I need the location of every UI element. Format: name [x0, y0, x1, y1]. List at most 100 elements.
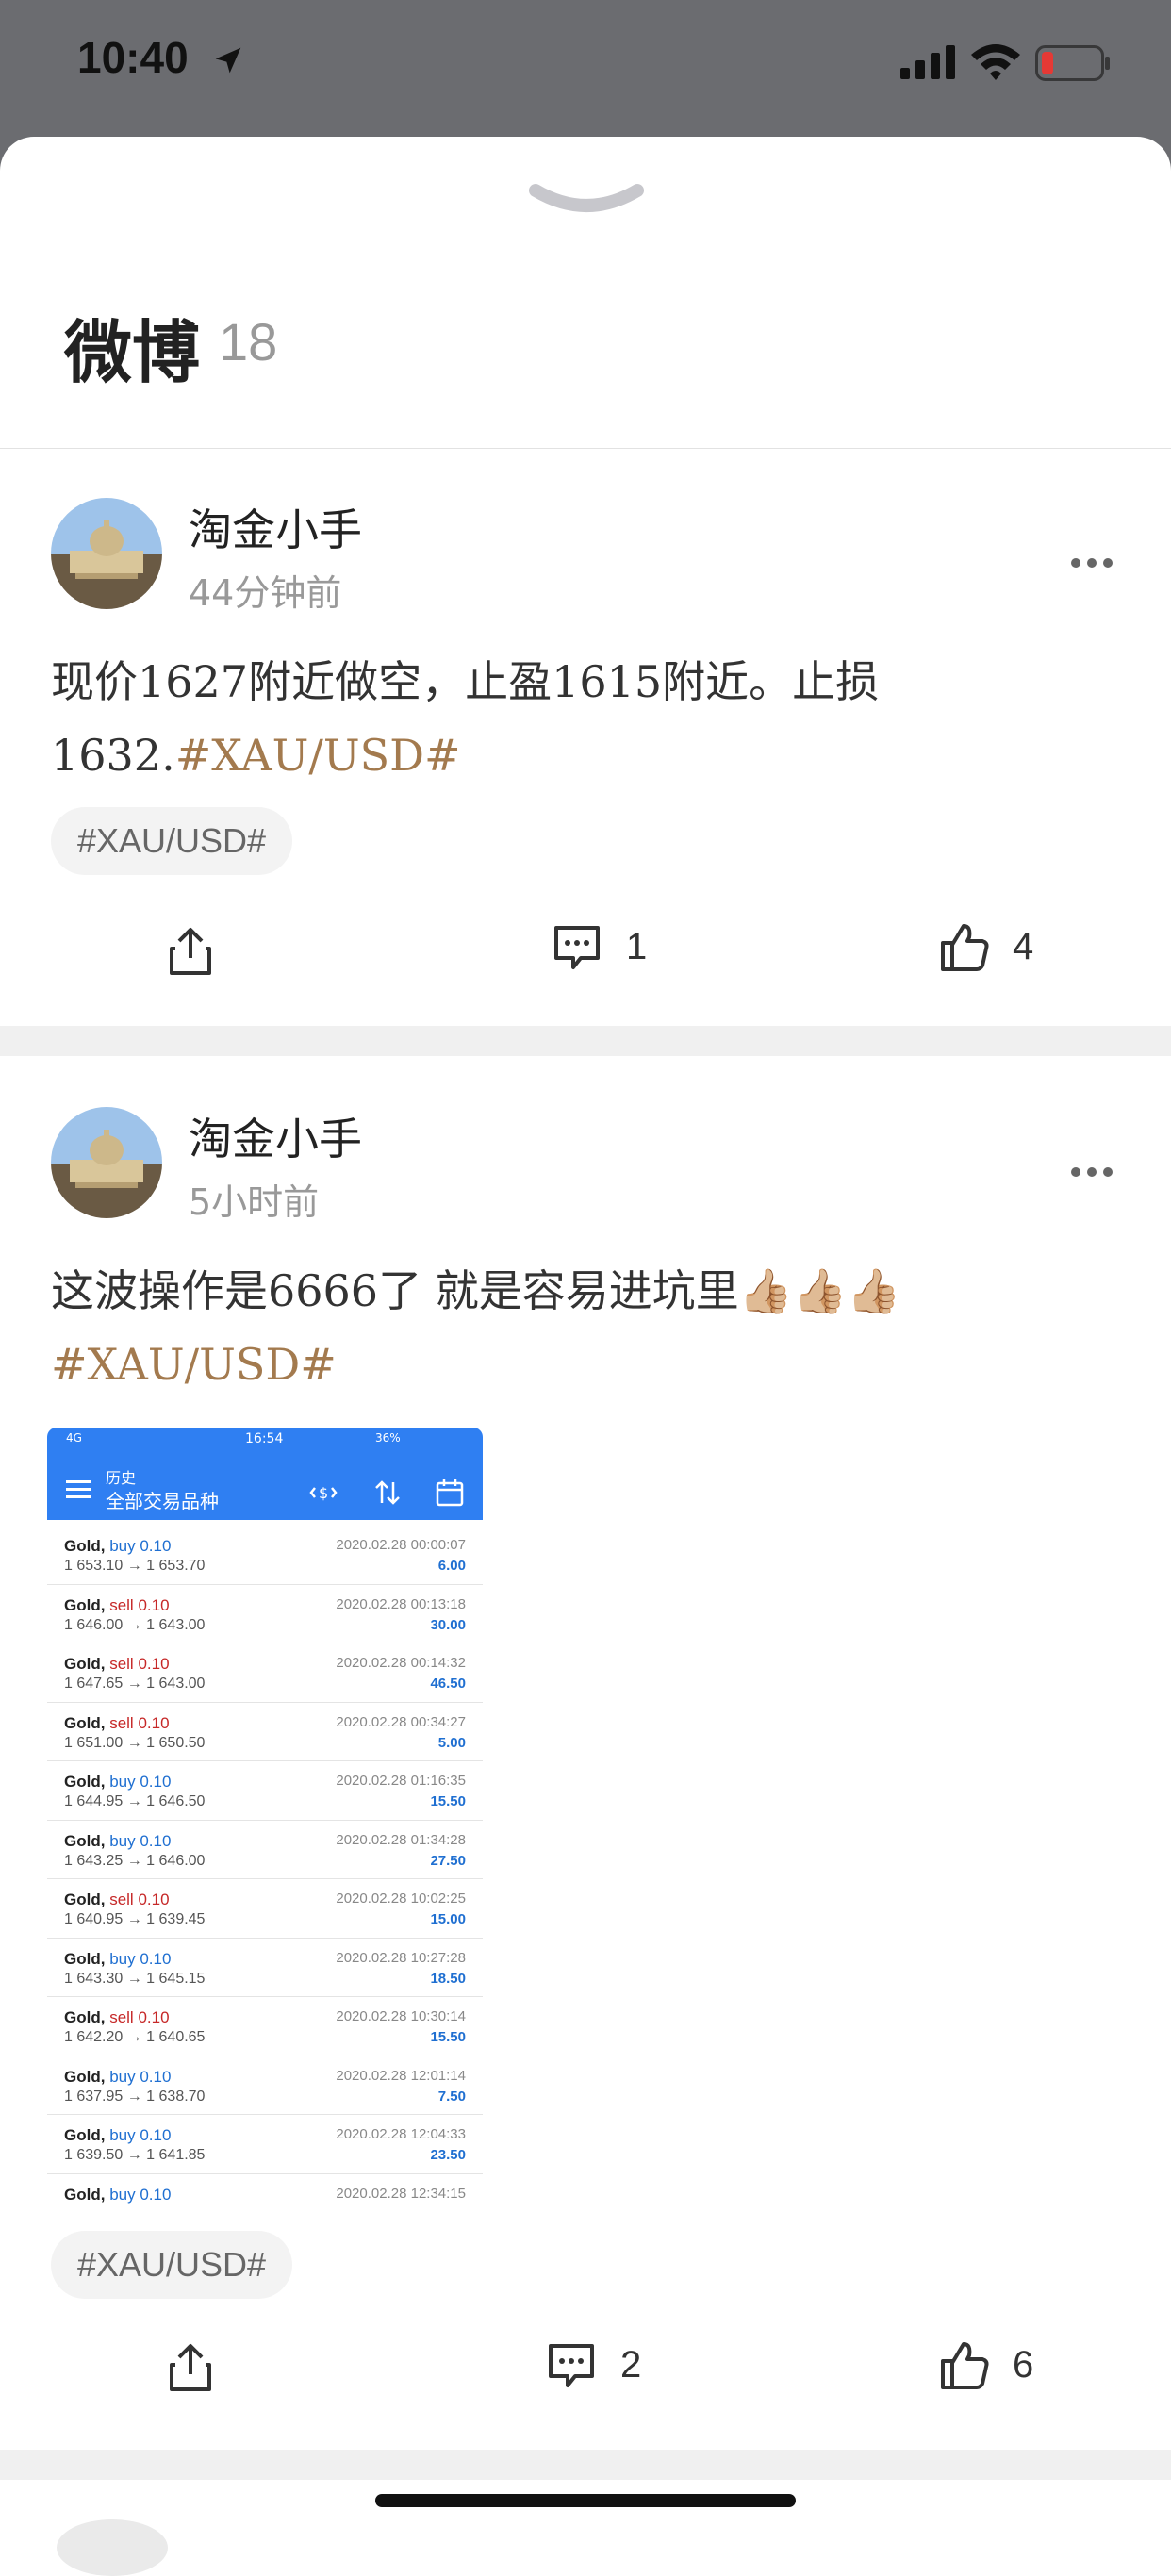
calendar-icon: [436, 1479, 464, 1507]
share-button[interactable]: [162, 2338, 219, 2395]
trade-row: Gold, buy 0.10 1 653.10 → 1 653.70 2020.02…: [47, 1526, 483, 1585]
trade-prices: 1 643.30 → 1 645.15: [64, 1970, 206, 1987]
more-options-icon[interactable]: [1070, 1165, 1113, 1179]
trade-date: 2020.02.28 12:01:14: [336, 2067, 466, 2084]
trade-date: 2020.02.28 00:34:27: [336, 1713, 466, 1730]
trade-date: 2020.02.28 00:14:32: [336, 1655, 466, 1671]
post-text: 现价1627附近做空，止盈1615附近。止损1632.#XAU/USD#: [51, 645, 1116, 792]
trade-symbol: Gold, buy 0.10: [64, 1832, 171, 1851]
comment-button[interactable]: 1: [549, 918, 647, 975]
trade-row: Gold, buy 0.10 1 637.95 → 1 638.70 2020.02…: [47, 2056, 483, 2115]
trade-symbol-name: Gold,: [64, 1537, 106, 1555]
trade-prices: 1 640.95 → 1 639.45: [64, 1911, 206, 1927]
trade-profit: 46.50: [430, 1676, 466, 1692]
image-header-title: 全部交易品种: [106, 1490, 219, 1512]
trade-row: Gold, sell 0.10 1 642.20 → 1 640.65 2020.0…: [47, 1997, 483, 2056]
like-button[interactable]: 6: [935, 2337, 1033, 2393]
trade-symbol: Gold, buy 0.10: [64, 1773, 171, 1792]
attached-image[interactable]: 4G 16:54 36% 历史 全部交易品种 $ Gold, buy 0.10 1…: [47, 1428, 483, 2210]
image-network-label: 4G: [66, 1431, 82, 1445]
trade-symbol-name: Gold,: [64, 1655, 106, 1673]
trade-side: buy: [109, 2185, 136, 2204]
trade-symbol: Gold, sell 0.10: [64, 2008, 170, 2027]
trade-symbol: Gold, buy 0.10: [64, 1950, 171, 1969]
thumbs-up-icon: [941, 2342, 989, 2389]
trade-symbol: Gold, sell 0.10: [64, 1655, 170, 1674]
post-author[interactable]: 淘金小手: [189, 496, 362, 558]
trade-date: 2020.02.28 12:34:15: [336, 2185, 466, 2202]
status-time: 10:40: [77, 33, 189, 82]
trade-lot: 0.10: [138, 1595, 170, 1614]
cellular-signal-icon: [900, 45, 955, 79]
trade-side: sell: [109, 1655, 134, 1673]
trade-row: Gold, sell 0.10 1 651.00 → 1 650.50 2020.0…: [47, 1703, 483, 1761]
trade-lot: 0.10: [140, 1949, 172, 1968]
divider: [0, 448, 1171, 449]
sheet-title: 微博: [64, 313, 201, 392]
hashtag-link[interactable]: #XAU/USD#: [175, 730, 461, 781]
trade-symbol-name: Gold,: [64, 1595, 106, 1614]
trade-list: Gold, buy 0.10 1 653.10 → 1 653.70 2020.02…: [47, 1520, 483, 2210]
trade-symbol-name: Gold,: [64, 2126, 106, 2144]
trade-row: Gold, buy 0.10 1 644.95 → 1 646.50 2020.02…: [47, 1761, 483, 1821]
trade-date: 2020.02.28 00:13:18: [336, 1595, 466, 1612]
trade-side: buy: [109, 2126, 136, 2144]
trade-profit: 7.50: [437, 2088, 466, 2105]
avatar[interactable]: [51, 498, 162, 609]
comment-icon: [549, 2344, 594, 2387]
section-separator: [0, 2450, 1171, 2480]
trade-lot: 0.10: [140, 1773, 172, 1791]
avatar[interactable]: [51, 1107, 162, 1218]
trade-symbol: Gold, sell 0.10: [64, 1714, 170, 1733]
trade-lot: 0.10: [140, 1831, 172, 1850]
trade-side: buy: [109, 2067, 136, 2086]
share-button[interactable]: [162, 922, 219, 979]
sort-icon: [375, 1480, 400, 1505]
post-time: 5小时前: [189, 1181, 320, 1223]
trade-symbol-name: Gold,: [64, 1891, 106, 1908]
trade-lot: 0.10: [140, 2185, 172, 2204]
trade-prices: 1 643.25 → 1 646.00: [64, 1852, 206, 1869]
like-count: 4: [1013, 925, 1034, 967]
trade-lot: 0.10: [140, 2067, 172, 2086]
chevron-down-icon[interactable]: [528, 179, 645, 221]
trade-profit: 15.50: [430, 2029, 466, 2045]
trade-symbol: Gold, sell 0.10: [64, 1596, 170, 1615]
trade-prices: 1 637.95 → 1 638.70: [64, 2088, 206, 2105]
trade-symbol: Gold, buy 0.10: [64, 2186, 171, 2204]
post-author[interactable]: 淘金小手: [189, 1105, 362, 1167]
trade-date: 2020.02.28 10:02:25: [336, 1891, 466, 1907]
trade-profit: 6.00: [437, 1558, 466, 1574]
share-icon: [170, 2344, 211, 2391]
more-options-icon[interactable]: [1070, 556, 1113, 570]
comment-count: 1: [626, 925, 648, 967]
trade-profit: 5.00: [437, 1734, 466, 1751]
app-header: 4G 16:54 36% 历史 全部交易品种 $: [47, 1428, 483, 1520]
topic-tag[interactable]: #XAU/USD#: [51, 2231, 293, 2299]
post-card: 淘金小手 5小时前 这波操作是6666了 就是容易进坑里👍🏼👍🏼👍🏼 #XAU/U…: [0, 1056, 1171, 2450]
comment-button[interactable]: 2: [543, 2337, 641, 2393]
post-text: 这波操作是6666了 就是容易进坑里👍🏼👍🏼👍🏼 #XAU/USD#: [51, 1254, 1116, 1401]
like-button[interactable]: 4: [935, 918, 1033, 975]
trade-date: 2020.02.28 12:04:33: [336, 2126, 466, 2142]
trade-symbol: Gold, sell 0.10: [64, 1891, 170, 1909]
trade-symbol-name: Gold,: [64, 1773, 106, 1791]
trade-symbol-name: Gold,: [64, 1949, 106, 1968]
post-count: 18: [219, 312, 278, 372]
trade-lot: 0.10: [140, 2126, 172, 2144]
hashtag-link[interactable]: #XAU/USD#: [51, 1339, 337, 1390]
trade-date: 2020.02.28 10:30:14: [336, 2008, 466, 2024]
topic-tag[interactable]: #XAU/USD#: [51, 807, 293, 875]
trade-row: Gold, buy 0.10 1 639.50 → 1 641.85 2020.02…: [47, 2115, 483, 2174]
battery-low-icon: [1035, 45, 1110, 81]
share-icon: [170, 928, 211, 975]
trade-symbol: Gold, buy 0.10: [64, 2126, 171, 2145]
trade-row: Gold, buy 0.10 1 643.30 → 1 645.15 2020.02…: [47, 1939, 483, 1997]
section-separator: [0, 1026, 1171, 1056]
trade-date: 2020.02.28 01:34:28: [336, 1831, 466, 1848]
trade-row: Gold, sell 0.10 1 640.95 → 1 639.45 2020.0…: [47, 1879, 483, 1939]
trade-lot: 0.10: [138, 1891, 170, 1908]
trade-row: Gold, buy 0.10 1 643.25 → 1 646.00 2020.02…: [47, 1821, 483, 1879]
home-indicator[interactable]: [375, 2494, 796, 2507]
wifi-icon: [971, 44, 1020, 80]
